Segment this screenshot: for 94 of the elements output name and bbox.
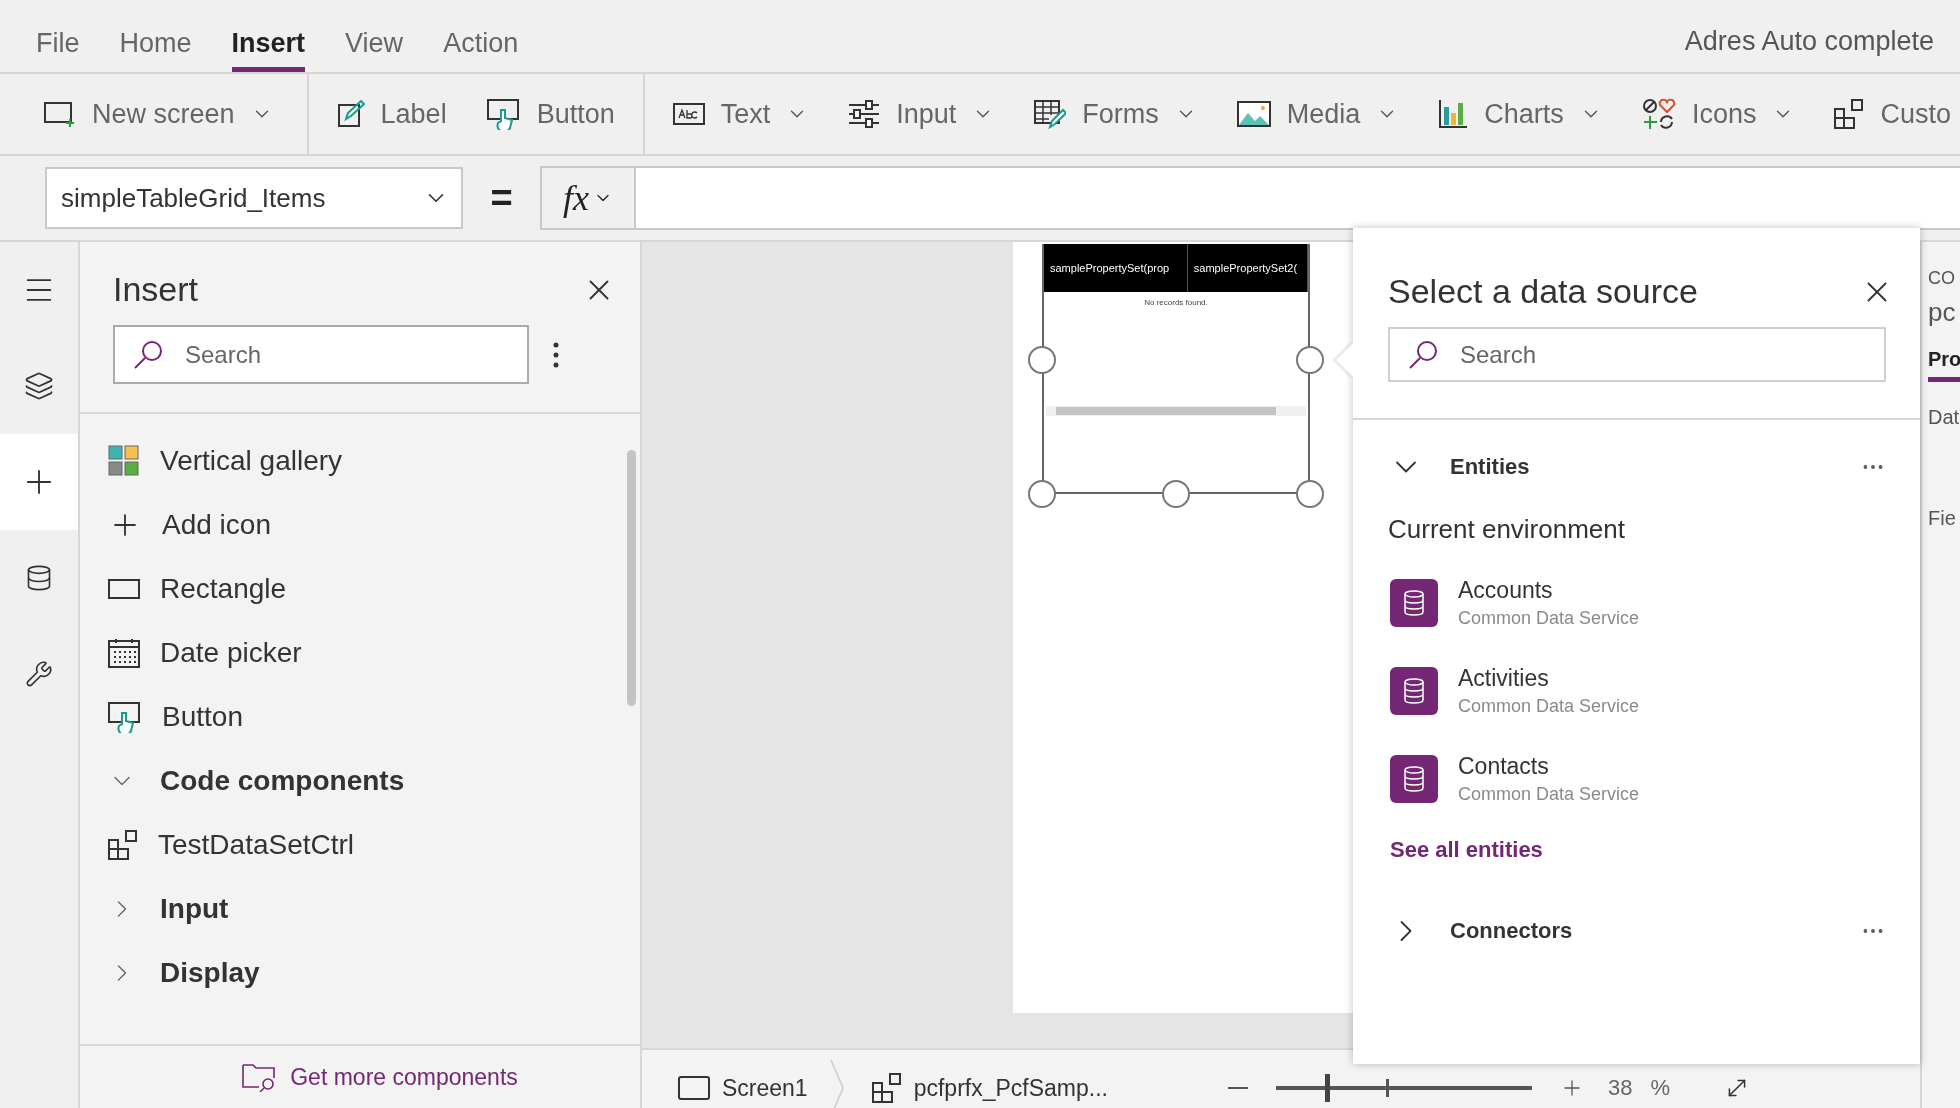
component-icon xyxy=(108,830,138,860)
folder-search-icon xyxy=(242,1062,277,1092)
resize-handle[interactable] xyxy=(1028,346,1056,374)
text-box-icon xyxy=(672,103,705,125)
panel-title: Insert xyxy=(113,270,199,309)
panel-title: Select a data source xyxy=(1388,272,1698,311)
control-name: pc xyxy=(1928,297,1957,328)
resize-handle[interactable] xyxy=(1296,346,1324,374)
resize-handle[interactable] xyxy=(1028,480,1056,508)
zoom-value: 38 xyxy=(1608,1075,1633,1101)
bar-chart-icon xyxy=(1438,99,1469,129)
zoom-unit: % xyxy=(1650,1075,1671,1101)
component-crumb[interactable]: pcfprfx_PcfSamp... xyxy=(871,1073,1108,1103)
search-icon xyxy=(133,339,163,370)
subheading: Current environment xyxy=(1387,514,1626,545)
source-provider: Common Data Service xyxy=(1458,608,1640,629)
table-grid-control[interactable]: samplePropertySet(prop samplePropertySet2( No records found. xyxy=(1042,244,1310,494)
section-toggle[interactable]: Entities xyxy=(1353,420,1920,514)
ribbon-button[interactable]: Custo xyxy=(1834,98,1951,130)
column-header: samplePropertySet(prop xyxy=(1044,244,1188,292)
icon-set-icon xyxy=(1641,98,1676,130)
ribbon-button[interactable]: Media xyxy=(1236,98,1399,130)
source-provider: Common Data Service xyxy=(1458,784,1640,805)
source-provider: Common Data Service xyxy=(1458,696,1640,717)
resize-handle[interactable] xyxy=(1162,480,1190,508)
insert-item[interactable]: Rectangle xyxy=(80,557,293,621)
screen-icon xyxy=(678,1076,710,1100)
property-dropdown[interactable]: simpleTableGrid_Items xyxy=(45,167,463,229)
source-name[interactable]: Contacts xyxy=(1458,753,1640,780)
tools-icon xyxy=(25,660,53,688)
search-field[interactable]: Search xyxy=(1388,327,1886,382)
more-options-button[interactable] xyxy=(553,341,559,368)
menu-tab[interactable]: Action xyxy=(443,28,519,72)
resize-handle[interactable] xyxy=(1296,480,1324,508)
menu-tab[interactable]: File xyxy=(36,28,80,72)
pencil-icon xyxy=(336,100,365,128)
column-header: samplePropertySet2( xyxy=(1187,244,1308,292)
ribbon-button[interactable]: New screen xyxy=(44,98,273,130)
insert-item[interactable]: Add icon xyxy=(80,493,277,557)
search-icon xyxy=(1408,339,1438,370)
screen-crumb[interactable]: Screen1 xyxy=(678,1074,808,1102)
more-options-icon xyxy=(553,341,559,368)
minus-icon xyxy=(1228,1087,1248,1089)
properties-tab[interactable]: Pro xyxy=(1928,348,1960,382)
insert-item[interactable]: Vertical gallery xyxy=(80,429,349,493)
horizontal-scrollbar[interactable] xyxy=(1046,406,1306,416)
get-more-link[interactable]: Get more components xyxy=(242,1062,518,1092)
source-name[interactable]: Activities xyxy=(1458,665,1640,692)
category-toggle[interactable]: Display xyxy=(80,941,266,1005)
insert-item[interactable]: Button xyxy=(80,685,249,749)
ribbon-button[interactable]: Text xyxy=(672,98,809,130)
calendar-icon xyxy=(108,638,140,668)
ribbon-button[interactable]: Charts xyxy=(1438,98,1602,130)
insert-item[interactable]: TestDataSetCtrl xyxy=(80,813,361,877)
category-toggle[interactable]: Input xyxy=(80,877,235,941)
sliders-icon xyxy=(848,100,881,128)
equals-sign: = xyxy=(489,176,514,220)
database-icon xyxy=(25,564,53,592)
function-button[interactable]: fx xyxy=(540,166,636,230)
scrollbar-thumb[interactable] xyxy=(627,450,636,706)
empty-message: No records found. xyxy=(1143,298,1209,307)
source-name[interactable]: Accounts xyxy=(1458,577,1640,604)
ribbon-button[interactable]: Icons xyxy=(1641,98,1795,130)
see-all-link[interactable]: See all entities xyxy=(1353,837,1543,863)
app-title: Adres Auto complete xyxy=(1684,25,1934,57)
menu-tab[interactable]: View xyxy=(345,28,404,72)
component-icon xyxy=(1834,99,1865,129)
formula-input[interactable] xyxy=(636,166,1960,230)
ribbon-button[interactable]: Forms xyxy=(1034,98,1197,130)
section-toggle[interactable]: Connectors xyxy=(1353,883,1920,979)
image-icon xyxy=(1236,101,1271,127)
search-field[interactable]: Search xyxy=(113,325,529,384)
menu-tab[interactable]: Insert xyxy=(231,28,306,72)
component-icon xyxy=(871,1073,902,1103)
button-tap-icon xyxy=(108,701,142,733)
rectangle-icon xyxy=(108,579,140,599)
ribbon-button[interactable]: Button xyxy=(486,98,615,130)
new-screen-icon xyxy=(44,100,76,128)
database-icon xyxy=(1403,766,1425,792)
field-label: Dat xyxy=(1928,406,1960,429)
menu-tab[interactable]: Home xyxy=(119,28,192,72)
category-toggle[interactable]: Code components xyxy=(80,749,411,813)
gallery-icon xyxy=(108,445,140,477)
button-tap-icon xyxy=(486,98,521,130)
ribbon-button[interactable]: Input xyxy=(848,98,995,130)
database-icon xyxy=(1403,678,1425,704)
ribbon-button[interactable]: Label xyxy=(336,98,447,130)
insert-item[interactable]: Date picker xyxy=(80,621,308,685)
layers-icon xyxy=(24,371,54,401)
form-icon xyxy=(1034,99,1067,129)
field-label: Fie xyxy=(1928,507,1957,530)
database-icon xyxy=(1403,590,1425,616)
panel-heading: CO xyxy=(1928,268,1956,289)
zoom-slider[interactable] xyxy=(1276,1074,1532,1102)
